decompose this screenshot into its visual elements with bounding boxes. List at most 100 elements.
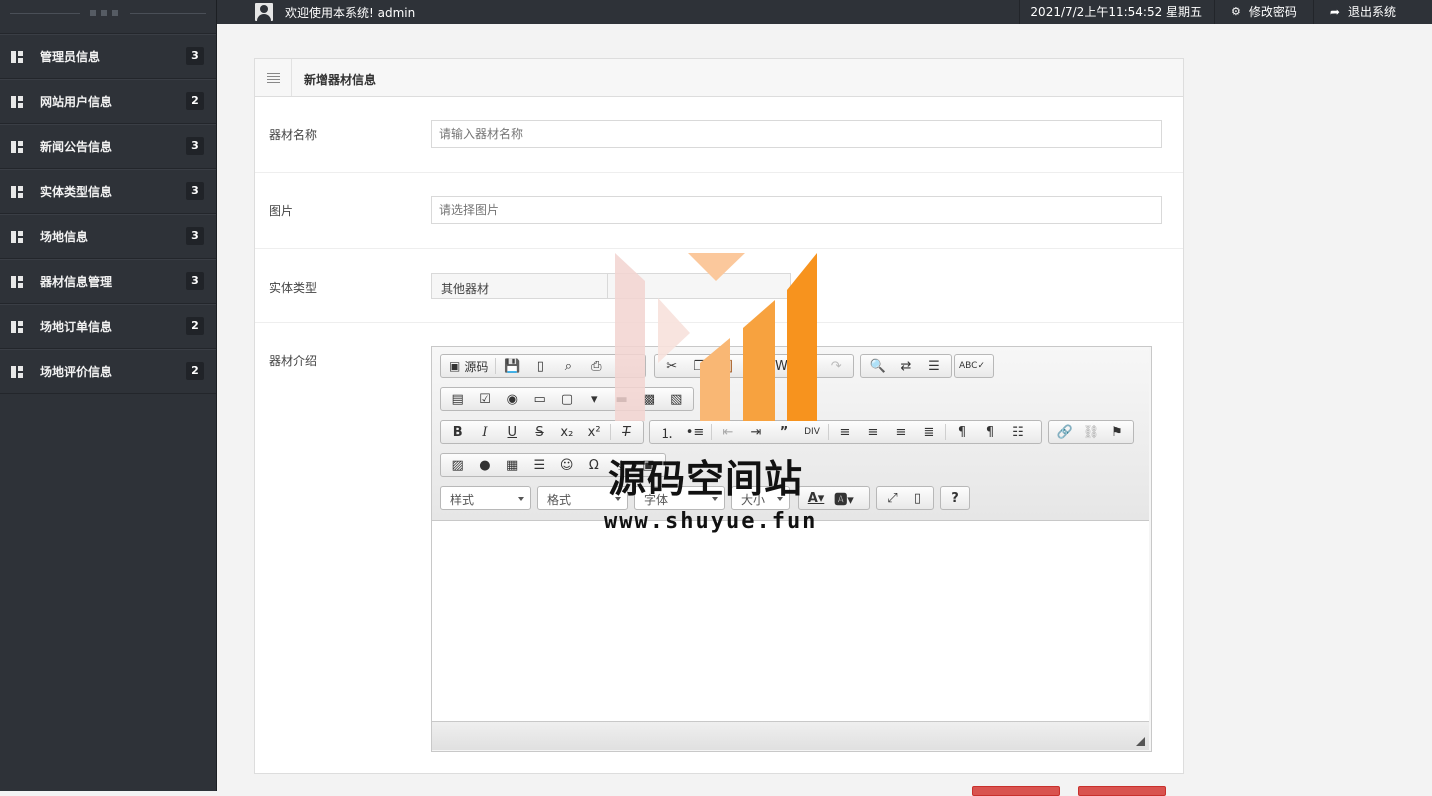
field-label: 器材名称 — [269, 128, 318, 142]
blockquote-icon[interactable]: ” — [770, 421, 798, 443]
sidebar-item-equipment[interactable]: 器材信息管理 3 — [0, 259, 216, 304]
numbered-list-icon[interactable]: ⒈ — [653, 421, 681, 443]
iframe-icon[interactable]: ▣ — [635, 454, 662, 476]
form-row-image: 图片 — [255, 173, 1183, 249]
page-break-icon[interactable]: ⤓ — [608, 454, 635, 476]
paste-icon[interactable]: 📋 — [713, 355, 740, 377]
radio-icon[interactable]: ◉ — [499, 388, 526, 410]
redo-icon[interactable]: ↷ — [823, 355, 850, 377]
sidebar-item-venue-orders[interactable]: 场地订单信息 2 — [0, 304, 216, 349]
strikethrough-icon[interactable]: S — [526, 421, 553, 443]
image-input[interactable] — [431, 196, 1162, 224]
change-password-label: 修改密码 — [1248, 5, 1297, 19]
table-icon[interactable]: ▦ — [499, 454, 526, 476]
textfield-icon[interactable]: ▭ — [526, 388, 553, 410]
style-combo[interactable]: 样式 — [440, 486, 531, 510]
ltr-icon[interactable]: ¶ — [948, 421, 976, 443]
superscript-icon[interactable]: x² — [580, 421, 607, 443]
paste-text-icon[interactable]: T — [740, 355, 767, 377]
select-all-icon[interactable]: ☰ — [920, 355, 948, 377]
bulleted-list-icon[interactable]: •≡ — [681, 421, 709, 443]
change-password-button[interactable]: ⚙ 修改密码 — [1214, 0, 1313, 24]
sidebar-item-venues[interactable]: 场地信息 3 — [0, 214, 216, 259]
logout-button[interactable]: ➦ 退出系统 — [1312, 0, 1432, 24]
hidden-field-icon[interactable]: ▧ — [663, 388, 690, 410]
language-icon[interactable]: ☷ — [1004, 421, 1032, 443]
size-combo[interactable]: 大小 — [731, 486, 790, 510]
flash-icon[interactable]: ● — [471, 454, 498, 476]
form-row-name: 器材名称 — [255, 97, 1183, 173]
image-icon[interactable]: ▨ — [444, 454, 471, 476]
editor-content-area[interactable] — [432, 521, 1149, 721]
text-color-icon[interactable]: A▾ — [802, 487, 830, 509]
link-icon[interactable]: 🔗 — [1052, 421, 1078, 443]
show-blocks-icon[interactable]: ▯ — [905, 487, 930, 509]
sidebar-item-news[interactable]: 新闻公告信息 3 — [0, 124, 216, 169]
help-button[interactable]: ? — [941, 487, 969, 509]
preview-icon[interactable]: ⌕ — [554, 355, 582, 377]
font-combo[interactable]: 字体 — [634, 486, 725, 510]
size-combo-label: 大小 — [741, 493, 766, 507]
datetime: 2021/7/2上午11:54:52 星期五 — [1019, 0, 1214, 24]
format-combo[interactable]: 格式 — [537, 486, 628, 510]
rtl-icon[interactable]: ¶ — [976, 421, 1004, 443]
sidebar-item-entity-types[interactable]: 实体类型信息 3 — [0, 169, 216, 214]
div-container-icon[interactable]: DIV — [798, 421, 826, 443]
resize-handle[interactable] — [1136, 737, 1145, 746]
toolbar-group-clipboard: ✂ ❐ 📋 T W ↶ ↷ — [654, 354, 854, 378]
equipment-name-input[interactable] — [431, 120, 1162, 148]
sidebar-item-venue-reviews[interactable]: 场地评价信息 2 — [0, 349, 216, 394]
align-right-icon[interactable]: ≡ — [887, 421, 915, 443]
undo-icon[interactable]: ↶ — [795, 355, 822, 377]
sidebar-item-admin-info[interactable]: 管理员信息 3 — [0, 34, 216, 79]
count-badge: 3 — [186, 137, 204, 155]
background-color-icon[interactable]: 🅰▾ — [830, 487, 858, 509]
button-field-icon[interactable]: ▬ — [608, 388, 635, 410]
print-icon[interactable]: ⎙ — [582, 355, 610, 377]
bold-icon[interactable]: B — [444, 421, 471, 443]
maximize-icon[interactable]: ⤢ — [880, 487, 905, 509]
form-icon[interactable]: ▤ — [444, 388, 471, 410]
sidebar-item-label: 网站用户信息 — [40, 95, 113, 109]
sidebar-toggle[interactable] — [90, 10, 118, 16]
sidebar-item-label: 实体类型信息 — [40, 185, 113, 199]
textarea-icon[interactable]: ▢ — [553, 388, 580, 410]
search-icon[interactable]: 🔍 — [864, 355, 892, 377]
copy-icon[interactable]: ❐ — [685, 355, 712, 377]
source-button[interactable]: ▣ 源码 — [444, 355, 493, 377]
save-icon[interactable]: 💾 — [498, 355, 526, 377]
sidebar-header — [0, 0, 216, 34]
align-left-icon[interactable]: ≡ — [831, 421, 859, 443]
count-badge: 3 — [186, 182, 204, 200]
anchor-flag-icon[interactable]: ⚑ — [1104, 421, 1130, 443]
unlink-icon[interactable]: ⛓ — [1078, 421, 1104, 443]
subscript-icon[interactable]: x₂ — [553, 421, 580, 443]
reset-button[interactable] — [1078, 786, 1166, 796]
select-field-icon[interactable]: ▾ — [581, 388, 608, 410]
checkbox-icon[interactable]: ☑ — [471, 388, 498, 410]
horizontal-rule-icon[interactable]: ☰ — [526, 454, 553, 476]
editor-toolbar: ▣ 源码 💾 ▯ ⌕ ⎙ ✂ ❐ 📋 T W ↶ ↷ 🔍 ⇄ ☰ ABC✓ ▤ … — [432, 347, 1149, 521]
sidebar-item-label: 场地订单信息 — [40, 320, 113, 334]
new-page-icon[interactable]: ▯ — [526, 355, 554, 377]
sidebar-item-label: 场地信息 — [40, 230, 89, 244]
indent-icon[interactable]: ⇥ — [742, 421, 770, 443]
align-center-icon[interactable]: ≡ — [859, 421, 887, 443]
dashboard-icon — [11, 365, 23, 378]
sidebar-item-site-users[interactable]: 网站用户信息 2 — [0, 79, 216, 124]
italic-icon[interactable]: I — [471, 421, 498, 443]
entity-type-select[interactable]: 其他器材 — [431, 273, 791, 299]
align-justify-icon[interactable]: ≣ — [915, 421, 943, 443]
remove-format-icon[interactable]: T̶ — [613, 421, 640, 443]
smiley-icon[interactable]: ☺ — [553, 454, 580, 476]
spellcheck-icon[interactable]: ABC✓ — [958, 355, 986, 377]
replace-icon[interactable]: ⇄ — [892, 355, 920, 377]
outdent-icon[interactable]: ⇤ — [714, 421, 742, 443]
paste-word-icon[interactable]: W — [768, 355, 795, 377]
submit-button[interactable] — [972, 786, 1060, 796]
cut-icon[interactable]: ✂ — [658, 355, 685, 377]
underline-icon[interactable]: U — [499, 421, 526, 443]
style-combo-label: 样式 — [450, 493, 475, 507]
image-button-icon[interactable]: ▩ — [635, 388, 662, 410]
special-char-icon[interactable]: Ω — [580, 454, 607, 476]
